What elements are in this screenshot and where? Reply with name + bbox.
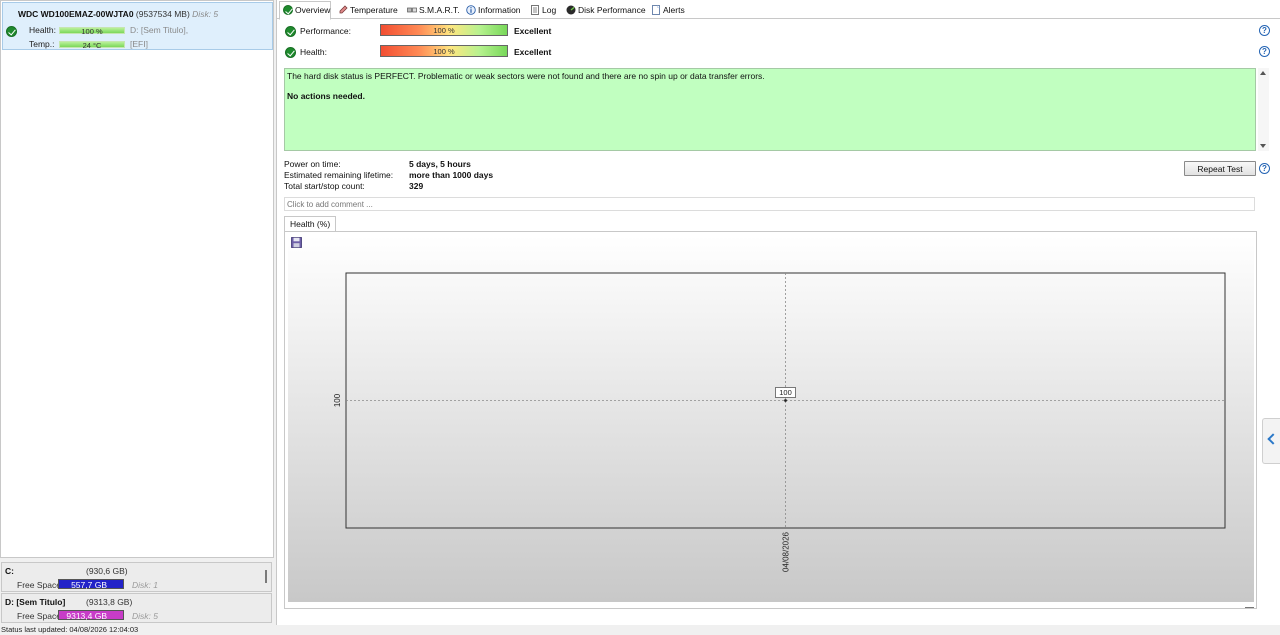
resize-handle[interactable] [1245,607,1254,608]
scroll-down-icon[interactable] [1260,144,1266,148]
volume-name: D: [Sem Titulo] [5,597,66,607]
chevron-left-icon [1267,433,1279,445]
disk-model: WDC WD100EMAZ-00WJTA0 [18,9,134,19]
health-ok-icon [6,26,17,37]
volume-free-label: Free Space [17,611,61,621]
tab-label: Information [478,5,521,15]
y-tick-label: 100 [333,393,342,407]
volume-scrollbar[interactable] [265,570,267,583]
volume-disk: Disk: 5 [132,611,158,621]
volume-disk: Disk: 1 [132,580,158,590]
repeat-test-help-icon[interactable]: ? [1259,163,1270,174]
disk-volume-line2: [EFI] [130,39,148,49]
status-message-box: The hard disk status is PERFECT. Problem… [284,68,1256,151]
health-chart-area: 100 04/08/2026 100 [284,231,1257,609]
status-bar: Status last updated: 04/08/2026 12:04:03 [1,625,139,634]
performance-label: Performance: [300,26,352,36]
volume-size: (930,6 GB) [86,566,128,576]
disk-temp-value: 24 °C [82,41,102,50]
disk-health-label: Health: [29,25,56,35]
power-on-value: 5 days, 5 hours [409,159,471,169]
tab-health-chart[interactable]: Health (%) [284,216,337,232]
start-stop-value: 329 [409,181,424,191]
repeat-test-button[interactable]: Repeat Test [1184,161,1256,176]
disk-size: (9537534 MB) [135,9,190,19]
health-bar: 100 % [380,45,508,57]
scroll-up-icon[interactable] [1260,71,1266,75]
health-value: 100 % [433,47,455,56]
disk-number: Disk: 5 [192,9,219,19]
disk-performance-icon [566,5,576,15]
volume-item-d[interactable]: D: [Sem Titulo] (9313,8 GB) Free Space 9… [1,593,272,623]
info-icon [466,5,476,15]
comment-input[interactable] [284,197,1255,211]
performance-bar: 100 % [380,24,508,36]
tab-label: Disk Performance [578,5,646,15]
alerts-icon [652,5,660,15]
log-icon [531,5,539,15]
data-label: 100 [779,388,792,397]
tab-label: Overview [295,5,331,15]
thermometer-icon [339,5,348,14]
tab-bar: Overview Temperature S.M.A.R.T. Informat… [277,0,1280,20]
status-scrollbar[interactable] [1258,68,1269,151]
health-label: Health: [300,47,327,57]
check-circle-icon [283,5,293,15]
health-chart: 100 04/08/2026 100 [333,272,1226,572]
disk-health-value: 100 % [81,27,103,36]
volume-size: (9313,8 GB) [86,597,133,607]
health-rating: Excellent [514,47,552,57]
volume-free-bar: 9313,4 GB [58,610,124,621]
disk-temp-label: Temp.: [29,39,55,49]
disk-health-bar: 100 % [59,27,125,36]
tab-label: S.M.A.R.T. [419,5,460,15]
tab-alerts[interactable]: Alerts [648,2,685,19]
disk-volume-line1: D: [Sem Titulo], [130,25,189,35]
performance-rating: Excellent [514,26,552,36]
disk-header: WDC WD100EMAZ-00WJTA0 (9537534 MB) Disk:… [18,9,218,19]
collapse-panel-button[interactable] [1262,418,1280,464]
tab-temperature[interactable]: Temperature [335,2,398,19]
remaining-lifetime-value: more than 1000 days [409,170,494,180]
disk-list-panel: WDC WD100EMAZ-00WJTA0 (9537534 MB) Disk:… [0,0,274,558]
status-message: The hard disk status is PERFECT. Problem… [287,71,765,81]
data-point [784,399,787,402]
volume-name: C: [5,566,14,576]
action-message: No actions needed. [287,91,365,101]
start-stop-label: Total start/stop count: [284,181,365,191]
volume-item-c[interactable]: C: (930,6 GB) Free Space 557,7 GB Disk: … [1,562,272,592]
health-ok-icon [285,47,296,58]
remaining-lifetime-label: Estimated remaining lifetime: [284,170,394,180]
volume-free-label: Free Space [17,580,61,590]
tab-smart[interactable]: S.M.A.R.T. [404,2,460,19]
performance-value: 100 % [433,26,455,35]
performance-help-icon[interactable]: ? [1259,25,1270,36]
health-help-icon[interactable]: ? [1259,46,1270,57]
x-tick-label: 04/08/2026 [782,531,791,572]
smart-icon [407,7,417,13]
tab-label: Temperature [350,5,398,15]
disk-temp-bar: 24 °C [59,41,125,50]
tab-disk-performance[interactable]: Disk Performance [563,2,646,19]
tab-information[interactable]: Information [463,2,521,19]
power-on-label: Power on time: [284,159,341,169]
details-panel: Overview Temperature S.M.A.R.T. Informat… [276,0,1280,625]
performance-ok-icon [285,26,296,37]
tab-overview[interactable]: Overview [279,1,332,20]
disk-list-item[interactable]: WDC WD100EMAZ-00WJTA0 (9537534 MB) Disk:… [2,2,273,50]
tab-log[interactable]: Log [527,2,556,19]
volume-free-bar: 557,7 GB [58,579,124,590]
tab-label: Log [542,5,557,15]
tab-label: Alerts [663,5,685,15]
